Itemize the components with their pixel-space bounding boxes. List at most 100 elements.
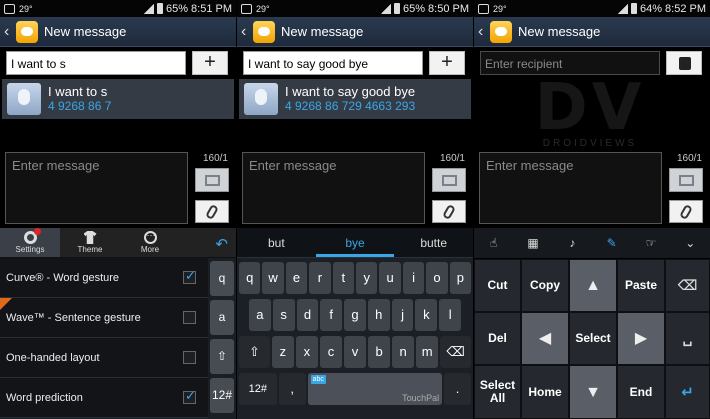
candidate-word-selected[interactable]: bye (315, 228, 395, 257)
key-e[interactable]: e (285, 262, 308, 294)
send-button[interactable] (432, 168, 466, 192)
touch-icon[interactable]: ☞ (644, 236, 657, 250)
copy-button[interactable]: Copy (521, 259, 569, 312)
collapse-keyboard-icon[interactable]: ⌄ (684, 236, 697, 250)
contact-suggestion[interactable]: I want to say good bye 4 9268 86 729 466… (239, 79, 471, 119)
key-u[interactable]: u (379, 262, 401, 294)
message-input[interactable]: Enter message (242, 152, 425, 224)
arrow-down-button[interactable]: ▼ (569, 365, 617, 419)
setting-wave[interactable]: Wave™ - Sentence gesture (0, 298, 208, 338)
checkbox[interactable] (183, 388, 196, 404)
setting-word-prediction[interactable]: Word prediction (0, 378, 208, 418)
key[interactable]: q (210, 261, 234, 296)
undo-icon[interactable]: ↶ (215, 235, 228, 253)
arrow-left-icon: ◀ (538, 330, 552, 347)
attach-button[interactable] (432, 200, 466, 223)
select-button[interactable]: Select (569, 312, 617, 365)
add-recipient-button[interactable]: + (429, 51, 465, 75)
space-key[interactable]: abc TouchPal (307, 373, 443, 405)
message-input[interactable]: Enter message (5, 152, 188, 224)
candidate-word[interactable]: but (237, 228, 316, 257)
key-y[interactable]: y (356, 262, 378, 294)
page-title: New message (281, 24, 364, 39)
contacts-button[interactable] (666, 51, 702, 75)
paste-button[interactable]: Paste (617, 259, 665, 312)
period-key[interactable]: . (444, 373, 472, 405)
attach-button[interactable] (669, 200, 703, 223)
arrow-right-button[interactable]: ▶ (617, 312, 665, 365)
key-x[interactable]: x (295, 336, 318, 368)
mode-key[interactable]: 12# (239, 373, 277, 405)
backspace-key[interactable]: ⌫ (440, 336, 472, 368)
delete-button[interactable]: Del (474, 312, 521, 365)
key-q[interactable]: q (239, 262, 261, 294)
key-w[interactable]: w (262, 262, 284, 294)
arrow-left-button[interactable]: ◀ (521, 312, 569, 365)
key-j[interactable]: j (391, 299, 414, 331)
key-d[interactable]: d (296, 299, 319, 331)
contact-suggestion[interactable]: I want to s 4 9268 86 7 (2, 79, 234, 119)
end-button[interactable]: End (617, 365, 665, 419)
checkbox[interactable] (183, 311, 196, 324)
checkbox[interactable] (183, 351, 196, 364)
char-counter: 160/1 (676, 153, 702, 164)
app-bar[interactable]: ‹ New message (0, 17, 236, 47)
tab-theme[interactable]: Theme (60, 228, 120, 257)
recipient-input[interactable]: I want to s (6, 51, 186, 75)
key-l[interactable]: l (439, 299, 462, 331)
key-s[interactable]: s (272, 299, 295, 331)
key-a[interactable]: a (249, 299, 271, 331)
backspace-button[interactable]: ⌫ (665, 259, 710, 312)
key-c[interactable]: c (319, 336, 342, 368)
setting-curve[interactable]: Curve® - Word gesture (0, 258, 208, 298)
key-b[interactable]: b (368, 336, 391, 368)
edit-cursor-icon[interactable]: ✎ (605, 236, 618, 250)
key-z[interactable]: z (271, 336, 294, 368)
recipient-input[interactable]: I want to say good bye (243, 51, 423, 75)
back-icon[interactable]: ‹ (478, 23, 488, 41)
key-rows: q w e r t y u i o p a s d f g h j k l ⇧ … (237, 258, 473, 407)
app-bar[interactable]: ‹ New message (237, 17, 473, 47)
layout-icon[interactable]: ▦ (526, 236, 539, 250)
setting-one-handed[interactable]: One-handed layout (0, 338, 208, 378)
key-m[interactable]: m (416, 336, 439, 368)
key-k[interactable]: k (415, 299, 438, 331)
candidate-word[interactable]: butte (394, 228, 473, 257)
key-h[interactable]: h (367, 299, 390, 331)
arrow-up-button[interactable]: ▲ (569, 259, 617, 312)
send-button[interactable] (195, 168, 229, 192)
key[interactable]: ⇧ (210, 339, 234, 374)
key[interactable]: 12# (210, 378, 234, 413)
shift-key[interactable]: ⇧ (239, 336, 270, 368)
cut-button[interactable]: Cut (474, 259, 521, 312)
checkbox[interactable] (183, 268, 196, 284)
back-icon[interactable]: ‹ (4, 23, 14, 41)
home-button[interactable]: Home (521, 365, 569, 419)
key-p[interactable]: p (449, 262, 472, 294)
message-input[interactable]: Enter message (479, 152, 662, 224)
send-button[interactable] (669, 168, 703, 192)
back-icon[interactable]: ‹ (241, 23, 251, 41)
tab-settings[interactable]: Settings (0, 228, 60, 257)
microphone-icon[interactable]: ♪ (566, 236, 579, 250)
app-bar[interactable]: ‹ New message (474, 17, 710, 47)
select-all-button[interactable]: Select All (474, 365, 521, 419)
battery-icon (394, 3, 400, 14)
attach-button[interactable] (195, 200, 229, 223)
enter-button[interactable]: ↵ (665, 365, 710, 419)
key-g[interactable]: g (344, 299, 366, 331)
key-n[interactable]: n (392, 336, 415, 368)
key-i[interactable]: i (402, 262, 425, 294)
backspace-icon: ⌫ (677, 277, 698, 293)
key[interactable]: a (210, 300, 234, 335)
space-button[interactable]: ␣ (665, 312, 710, 365)
add-recipient-button[interactable]: + (192, 51, 228, 75)
gesture-icon[interactable]: ☝ (487, 236, 500, 250)
tab-more[interactable]: More (120, 228, 180, 257)
key-o[interactable]: o (426, 262, 448, 294)
key-f[interactable]: f (320, 299, 343, 331)
comma-key[interactable]: , (278, 373, 306, 405)
key-t[interactable]: t (332, 262, 355, 294)
key-v[interactable]: v (344, 336, 367, 368)
key-r[interactable]: r (309, 262, 331, 294)
